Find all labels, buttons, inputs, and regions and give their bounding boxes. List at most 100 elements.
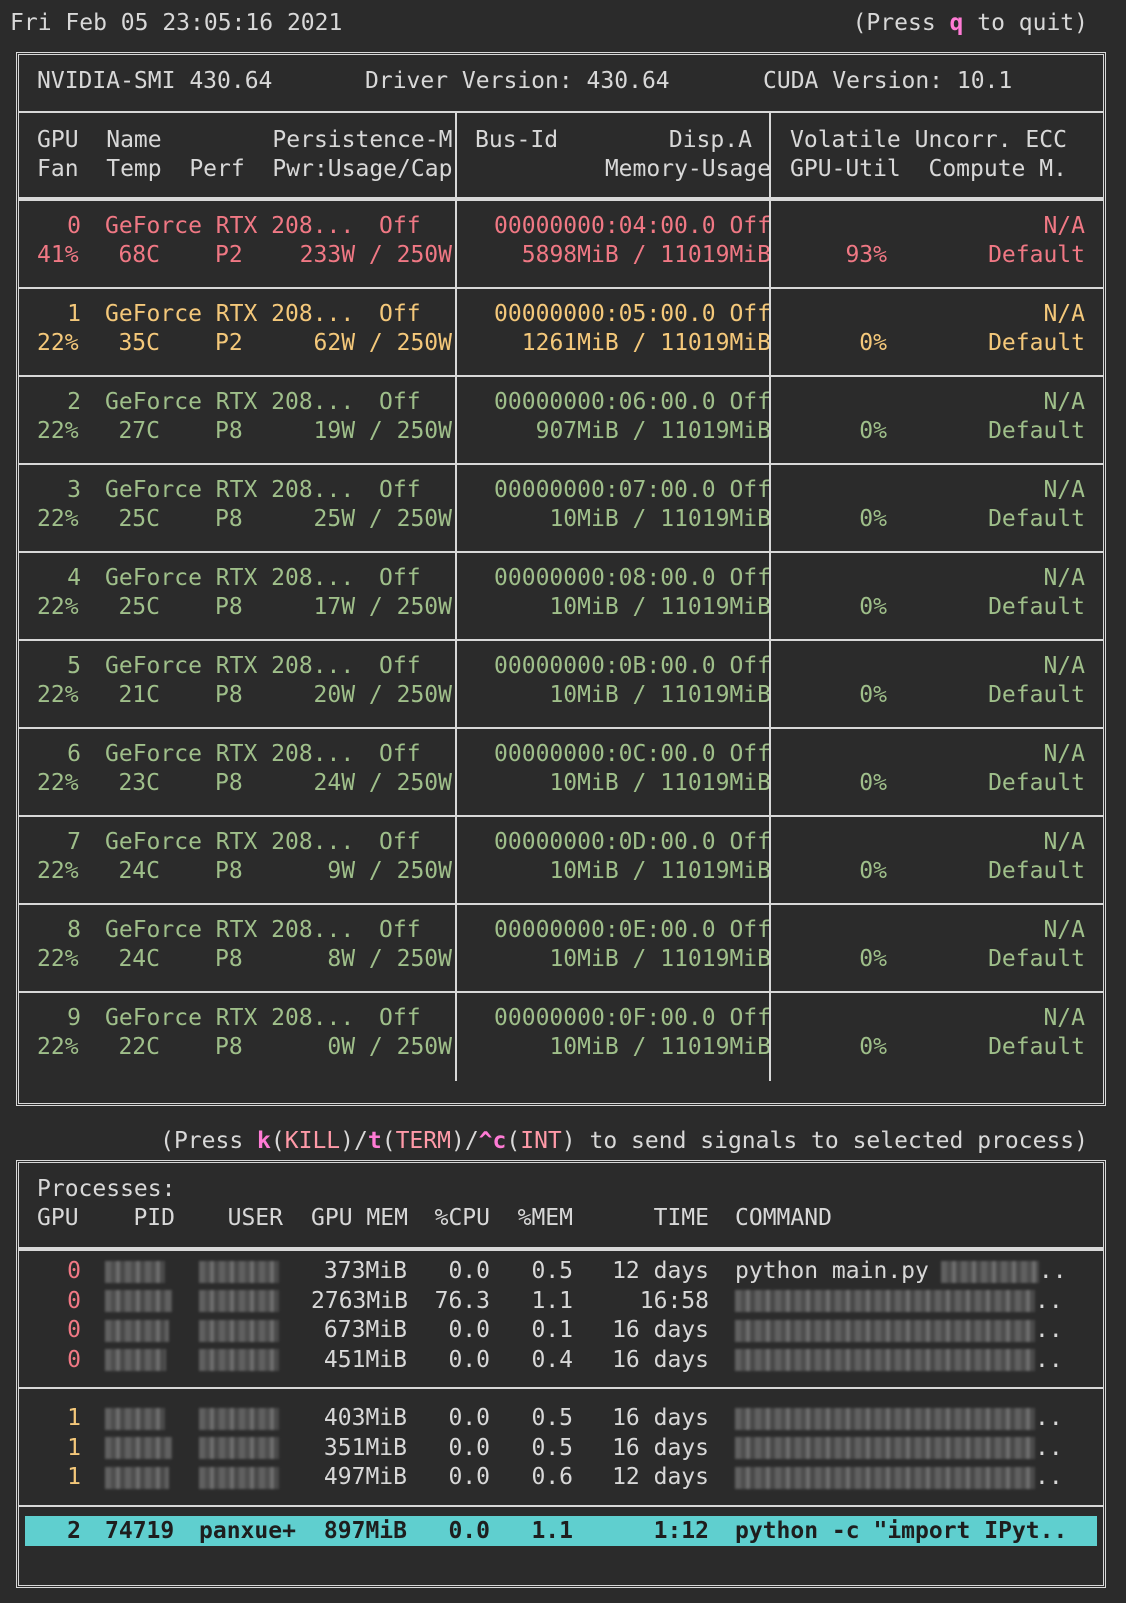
persistence-mode: Off [379, 389, 421, 415]
redacted-pid [105, 1349, 166, 1371]
redacted-command [735, 1290, 1035, 1312]
process-gpu-mem: 497MiB [323, 1464, 407, 1490]
process-gpu: 0 [67, 1317, 81, 1343]
column-header-gpu[interactable]: GPU [37, 1203, 81, 1233]
process-user-redacted [199, 1345, 283, 1375]
gpu-row[interactable]: 2 GeForce RTX 208... Off 22% 27C P8 19W / 250W… [19, 377, 1103, 465]
gpu-name: GeForce RTX 208... [105, 213, 355, 239]
process-pid-redacted [105, 1256, 175, 1286]
bus-id: 00000000:0C:00.0 Off [494, 741, 771, 767]
gpu-index: 0 [67, 213, 81, 239]
redacted-command [735, 1466, 1035, 1489]
fan-speed: 22% [37, 770, 79, 796]
process-panel: Processes: GPU PID USER GPU MEM %CPU %MEM TIME… [16, 1160, 1106, 1588]
signal-hint: (Press k(KILL)/t(TERM)/^c(INT) to send s… [160, 1128, 1088, 1154]
process-command: python -c "import IPyt.. [735, 1517, 1068, 1544]
column-header-user[interactable]: USER [199, 1203, 283, 1233]
gpu-name: GeForce RTX 208... [105, 829, 355, 855]
gpu-util: 0% [859, 418, 887, 444]
process-command: .. [735, 1345, 1063, 1375]
ecc: N/A [1043, 477, 1085, 503]
process-cpu: 0.0 [448, 1258, 490, 1284]
process-user-redacted [199, 1462, 283, 1492]
gpu-name: GeForce RTX 208... [105, 741, 355, 767]
bus-id: 00000000:0E:00.0 Off [494, 917, 771, 943]
col-header-3a: Volatile Uncorr. ECC [790, 127, 1067, 153]
gpu-row[interactable]: 8 GeForce RTX 208... Off 22% 24C P8 8W / 250W 0… [19, 905, 1103, 993]
gpu-row[interactable]: 3 GeForce RTX 208... Off 22% 25C P8 25W / 250W… [19, 465, 1103, 553]
gpu-row[interactable]: 0 GeForce RTX 208... Off 41% 68C P2 233W / 250… [19, 201, 1103, 289]
process-user-redacted [199, 1403, 283, 1433]
process-time: 16 days [612, 1317, 709, 1343]
kill-key[interactable]: k [257, 1128, 271, 1154]
process-row[interactable]: 1 497MiB 0.0 0.6 12 days.. [19, 1462, 1103, 1492]
gpu-index: 3 [67, 477, 81, 503]
term-key[interactable]: t [368, 1128, 382, 1154]
temperature: 24C [118, 946, 160, 972]
gpu-row[interactable]: 9 GeForce RTX 208... Off 22% 22C P8 0W / 250W 0… [19, 993, 1103, 1081]
gpu-name: GeForce RTX 208... [105, 477, 355, 503]
process-row[interactable]: 1 403MiB 0.0 0.5 16 days.. [19, 1403, 1103, 1433]
gpu-row[interactable]: 7 GeForce RTX 208... Off 22% 24C P8 9W / 250W 0… [19, 817, 1103, 905]
quit-key[interactable]: q [950, 10, 964, 36]
process-gpu: 0 [67, 1287, 81, 1314]
process-time: 1:12 [653, 1517, 709, 1544]
process-command: .. [735, 1286, 1063, 1316]
compute-mode: Default [988, 506, 1085, 532]
persistence-mode: Off [379, 477, 421, 503]
column-header-gpu-mem[interactable]: GPU MEM [311, 1203, 408, 1233]
ecc: N/A [1043, 917, 1085, 943]
process-user-redacted [199, 1433, 283, 1463]
memory-usage: 10MiB / 11019MiB [549, 946, 771, 972]
gpu-util: 0% [859, 506, 887, 532]
process-row[interactable]: 0 2763MiB 76.3 1.1 16:58.. [19, 1286, 1103, 1316]
gpu-index: 8 [67, 917, 81, 943]
selected-process-row[interactable]: 2 74719 panxue+ 897MiB 0.0 1.1 1:12 python -c "… [25, 1515, 1097, 1546]
process-row[interactable]: 0 373MiB 0.0 0.5 12 days python main.py.. [19, 1256, 1103, 1286]
gpu-row[interactable]: 1 GeForce RTX 208... Off 22% 35C P2 62W / 250W… [19, 289, 1103, 377]
memory-usage: 10MiB / 11019MiB [549, 1034, 771, 1060]
column-divider [455, 641, 457, 729]
process-row[interactable]: 0 451MiB 0.0 0.4 16 days.. [19, 1345, 1103, 1375]
column-divider [769, 111, 771, 197]
redacted-pid [105, 1437, 172, 1459]
temperature: 25C [118, 594, 160, 620]
compute-mode: Default [988, 418, 1085, 444]
column-header--mem[interactable]: %MEM [507, 1203, 573, 1233]
process-cpu: 0.0 [448, 1405, 490, 1431]
gpu-row[interactable]: 4 GeForce RTX 208... Off 22% 25C P8 17W / 250W… [19, 553, 1103, 641]
column-header-command[interactable]: COMMAND [735, 1203, 832, 1233]
process-gpu: 2 [67, 1517, 81, 1544]
column-divider [455, 729, 457, 817]
process-cpu: 0.0 [448, 1517, 490, 1544]
compute-mode: Default [988, 242, 1085, 268]
fan-speed: 41% [37, 242, 79, 268]
power-usage: 17W / 250W [313, 594, 452, 620]
process-gpu-mem: 451MiB [323, 1346, 407, 1373]
process-mem: 0.4 [531, 1346, 573, 1373]
process-row[interactable]: 1 351MiB 0.0 0.5 16 days.. [19, 1433, 1103, 1463]
compute-mode: Default [988, 330, 1085, 356]
column-header--cpu[interactable]: %CPU [424, 1203, 490, 1233]
process-row[interactable]: 0 673MiB 0.0 0.1 16 days.. [19, 1315, 1103, 1345]
compute-mode: Default [988, 594, 1085, 620]
column-divider [769, 729, 771, 817]
temperature: 24C [118, 858, 160, 884]
gpu-row[interactable]: 5 GeForce RTX 208... Off 22% 21C P8 20W / 250W… [19, 641, 1103, 729]
gpu-index: 1 [67, 301, 81, 327]
process-mem: 0.6 [531, 1464, 573, 1490]
quit-hint: (Press q to quit) [852, 10, 1088, 36]
column-divider [455, 289, 457, 377]
gpu-index: 7 [67, 829, 81, 855]
column-header-time[interactable]: TIME [609, 1203, 709, 1233]
perf-state: P8 [215, 858, 243, 884]
column-header-pid[interactable]: PID [105, 1203, 175, 1233]
ecc: N/A [1043, 565, 1085, 591]
group-divider [19, 1387, 1103, 1389]
int-key[interactable]: ^c [479, 1128, 507, 1154]
gpu-row[interactable]: 6 GeForce RTX 208... Off 22% 23C P8 24W / 250W… [19, 729, 1103, 817]
temperature: 22C [118, 1034, 160, 1060]
process-time: 16 days [612, 1405, 709, 1431]
command-ellipsis: .. [1035, 1317, 1063, 1343]
command-ellipsis: .. [1035, 1287, 1063, 1314]
